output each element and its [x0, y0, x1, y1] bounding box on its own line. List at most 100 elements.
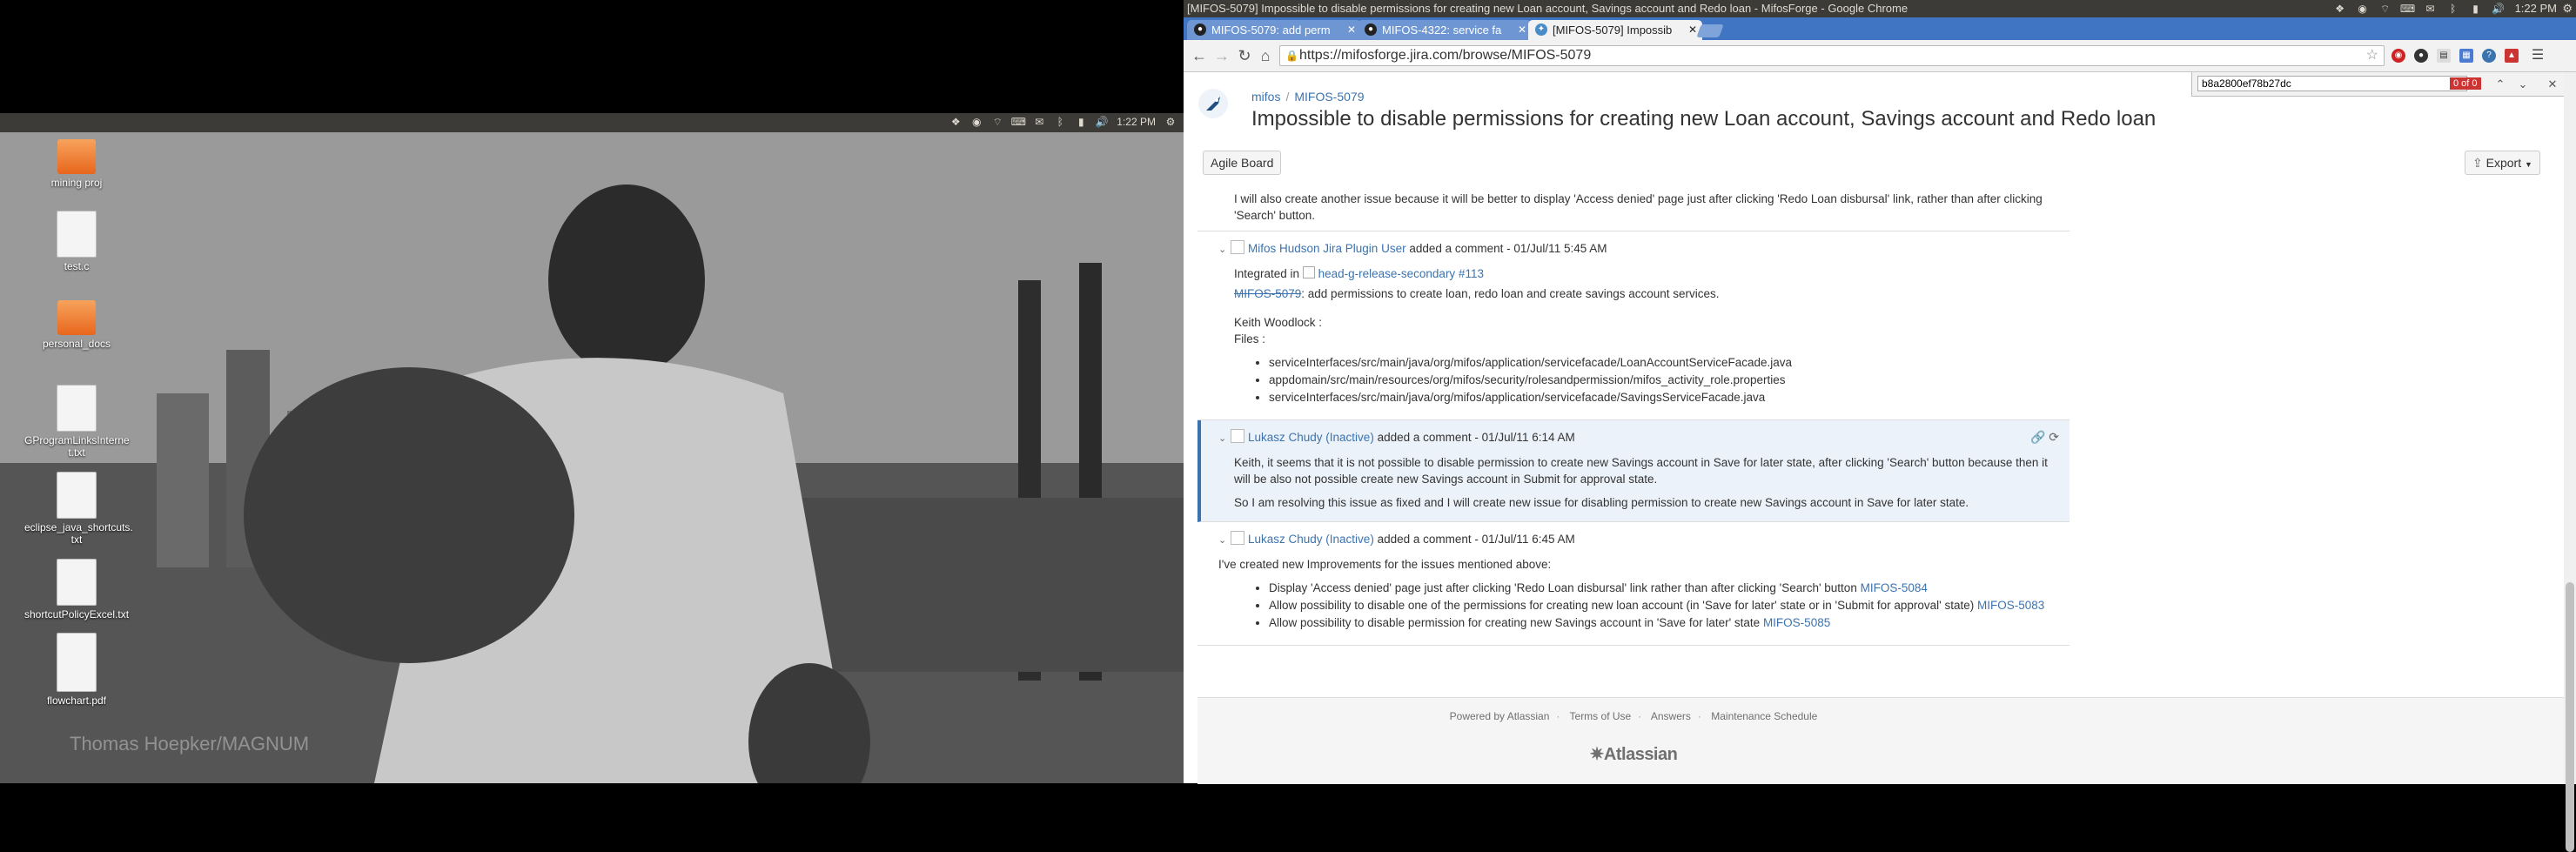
list-item: serviceInterfaces/src/main/java/org/mifo…: [1269, 354, 2054, 371]
issue-link[interactable]: MIFOS-5083: [1977, 599, 2044, 612]
gear-icon[interactable]: ⚙: [2562, 0, 2573, 17]
system-tray: ❖ ◉ ⌔ ⌨ ✉ ᛒ ▮ 🔊 1:22 PM ⚙: [949, 116, 1177, 128]
collapse-toggle-icon[interactable]: ⌄: [1218, 431, 1231, 447]
system-tray: ❖ ◉ ⌔ ⌨ ✉ ᛒ ▮ 🔊 1:22 PM: [2334, 0, 2557, 17]
close-icon[interactable]: ✕: [1347, 20, 1356, 40]
list-item: appdomain/src/main/resources/org/mifos/s…: [1269, 372, 2054, 388]
dropbox-icon[interactable]: ❖: [2334, 3, 2346, 15]
chevron-down-icon: ▼: [2524, 160, 2532, 169]
find-input[interactable]: [2197, 76, 2467, 91]
volume-icon[interactable]: 🔊: [1096, 116, 1109, 128]
bluetooth-icon[interactable]: ᛒ: [1054, 116, 1066, 128]
chrome-icon[interactable]: ◉: [970, 116, 983, 128]
jira-page: 0 of 0 ⌃ ⌄ ✕ mifos/MIFOS-5079 Impossible…: [1184, 72, 2576, 784]
address-bar[interactable]: 🔒 https://mifosforge.jira.com/browse/MIF…: [1279, 45, 2385, 66]
clock[interactable]: 1:22 PM: [1117, 116, 1156, 128]
extension-icon[interactable]: ▲: [2505, 49, 2519, 63]
chrome-icon[interactable]: ◉: [2357, 3, 2369, 15]
network-icon[interactable]: ⌔: [991, 116, 1003, 128]
desktop-icon[interactable]: mining proj: [24, 132, 129, 189]
page-footer: Powered by Atlassian · Terms of Use · Answ…: [1197, 697, 2576, 784]
comment-focused: ⌄ Lukasz Chudy (Inactive) added a comment…: [1197, 420, 2070, 522]
comment-header: ⌄ Lukasz Chudy (Inactive) added a comment…: [1218, 531, 2054, 549]
extension-icon[interactable]: ▤: [2437, 49, 2451, 63]
breadcrumb-project-link[interactable]: mifos: [1251, 90, 1280, 104]
folder-icon: [57, 300, 96, 335]
comment-meta: added a comment - 01/Jul/11 5:45 AM: [1409, 242, 1607, 255]
find-next-button[interactable]: ⌄: [2514, 76, 2532, 93]
wallpaper-credit: Thomas Hoepker/MAGNUM: [70, 733, 310, 755]
breadcrumb-issue-link[interactable]: MIFOS-5079: [1294, 90, 1364, 104]
mail-icon[interactable]: ✉: [1033, 116, 1045, 128]
reload-button[interactable]: ↻: [1234, 45, 1255, 66]
mail-icon[interactable]: ✉: [2425, 3, 2437, 15]
find-previous-button[interactable]: ⌃: [2492, 76, 2509, 93]
github-icon: ●: [1194, 23, 1206, 36]
left-monitor: ❖ ◉ ⌔ ⌨ ✉ ᛒ ▮ 🔊 1:22 PM ⚙ mining proj te…: [0, 0, 1184, 783]
dropbox-icon[interactable]: ❖: [949, 116, 962, 128]
comment-meta: added a comment - 01/Jul/11 6:45 AM: [1377, 533, 1575, 546]
build-link[interactable]: head-g-release-secondary #113: [1318, 267, 1484, 280]
footer-link[interactable]: Maintenance Schedule: [1711, 710, 1817, 722]
agile-board-button[interactable]: Agile Board: [1203, 151, 1282, 175]
jira-icon: ✦: [1535, 23, 1547, 36]
keyboard-icon[interactable]: ⌨: [2400, 3, 2415, 15]
comment-author-link[interactable]: Lukasz Chudy (Inactive): [1248, 533, 1374, 546]
keyboard-icon[interactable]: ⌨: [1011, 116, 1026, 128]
footer-link[interactable]: Powered by Atlassian: [1450, 710, 1550, 722]
export-button[interactable]: ⇪ Export ▼: [2465, 151, 2540, 175]
forward-button[interactable]: →: [1211, 45, 1232, 66]
files-label: Files :: [1234, 332, 1266, 345]
url-text: https://mifosforge.jira.com/browse/MIFOS…: [1299, 48, 1592, 63]
extension-icon[interactable]: ◉: [2392, 49, 2405, 63]
permalink-icon[interactable]: 🔗: [2030, 430, 2045, 444]
home-button[interactable]: ⌂: [1255, 45, 1276, 66]
comment-author-link[interactable]: Mifos Hudson Jira Plugin User: [1248, 242, 1406, 255]
bookmark-star-icon[interactable]: ☆: [2366, 46, 2378, 65]
lock-icon: 🔒: [1285, 50, 1298, 62]
activity-stream: I will also create another issue because…: [1197, 191, 2070, 646]
collapse-toggle-icon[interactable]: ⌄: [1218, 533, 1231, 549]
desktop-icon[interactable]: GProgramLinksInterne t.txt: [24, 385, 130, 459]
footer-link[interactable]: Terms of Use: [1570, 710, 1632, 722]
gear-icon[interactable]: ⚙: [1164, 116, 1177, 128]
issue-link[interactable]: MIFOS-5079: [1234, 287, 1301, 300]
network-icon[interactable]: ⌔: [2379, 3, 2392, 15]
back-button[interactable]: ←: [1189, 45, 1210, 66]
clock[interactable]: 1:22 PM: [2515, 0, 2557, 17]
extension-icon[interactable]: ?: [2482, 49, 2496, 63]
desktop-icon[interactable]: personal_docs: [24, 293, 129, 350]
share-icon[interactable]: ⟳: [2049, 430, 2059, 444]
issue-link[interactable]: MIFOS-5085: [1763, 616, 1830, 629]
atlassian-logo-icon: ✷: [1589, 745, 1605, 764]
battery-icon[interactable]: ▮: [1075, 116, 1087, 128]
menu-icon[interactable]: ☰: [2531, 49, 2545, 63]
comment-meta: added a comment - 01/Jul/11 6:14 AM: [1377, 431, 1575, 444]
volume-icon[interactable]: 🔊: [2492, 3, 2505, 15]
browser-tab[interactable]: ● MIFOS-5079: add perm ✕: [1187, 20, 1361, 40]
improvement-list: Display 'Access denied' page just after …: [1234, 580, 2054, 631]
footer-links: Powered by Atlassian · Terms of Use · Answ…: [1449, 710, 1818, 722]
browser-tab-active[interactable]: ✦ [MIFOS-5079] Impossib ✕: [1528, 20, 1702, 40]
scrollbar-thumb[interactable]: [2566, 582, 2574, 852]
close-icon[interactable]: ✕: [1688, 20, 1697, 40]
close-icon[interactable]: ✕: [1518, 20, 1526, 40]
footer-link[interactable]: Answers: [1651, 710, 1691, 722]
battery-icon[interactable]: ▮: [2470, 3, 2482, 15]
atlassian-logo[interactable]: ✷Atlassian: [1197, 743, 2070, 765]
desktop-icon[interactable]: flowchart.pdf: [24, 633, 129, 707]
close-find-button[interactable]: ✕: [2544, 76, 2561, 93]
collapse-toggle-icon[interactable]: ⌄: [1218, 242, 1231, 258]
desktop-icon[interactable]: shortcutPolicyExcel.txt: [24, 559, 129, 621]
browser-tab[interactable]: ● MIFOS-4322: service fa ✕: [1358, 20, 1532, 40]
scrollbar[interactable]: [2564, 72, 2576, 852]
extension-icon[interactable]: ▦: [2459, 49, 2473, 63]
desktop-icon[interactable]: test.c: [24, 211, 129, 272]
desktop-icon[interactable]: eclipse_java_shortcuts. txt: [24, 472, 133, 546]
comment-author-link[interactable]: Lukasz Chudy (Inactive): [1248, 431, 1374, 444]
bluetooth-icon[interactable]: ᛒ: [2447, 3, 2459, 15]
list-item: Allow possibility to disable permission …: [1269, 614, 2054, 631]
issue-link[interactable]: MIFOS-5084: [1861, 581, 1928, 594]
new-tab-button[interactable]: [1696, 24, 1724, 37]
extension-icon[interactable]: ●: [2414, 49, 2428, 63]
